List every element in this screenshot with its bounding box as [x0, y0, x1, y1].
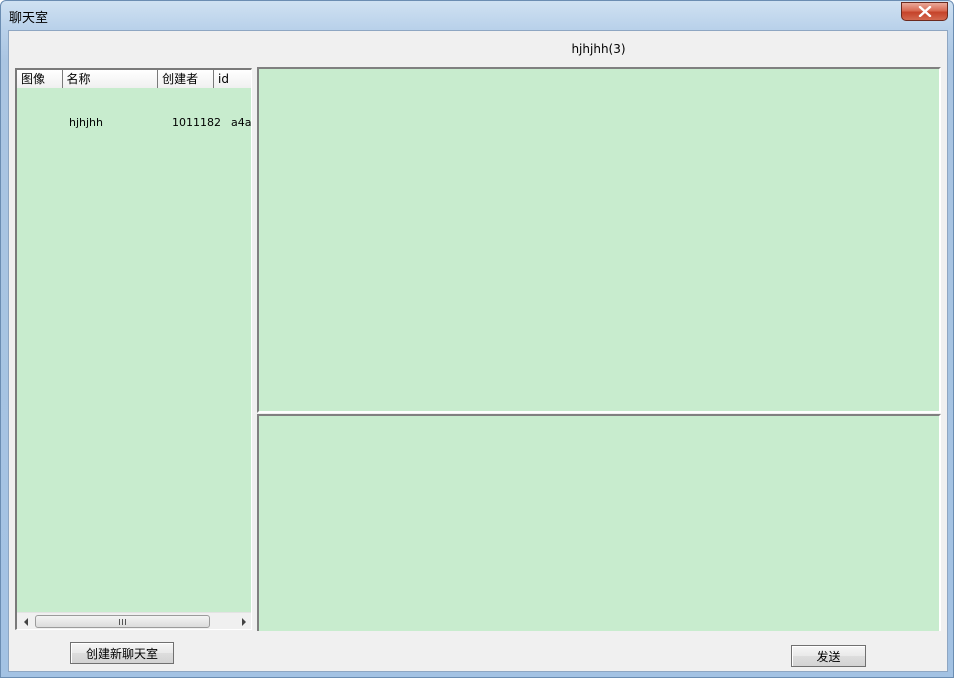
left-arrow-icon [23, 617, 28, 626]
room-creator-cell: 1011182 [172, 116, 221, 129]
scroll-right-button[interactable] [235, 613, 251, 629]
message-display-area[interactable] [257, 67, 941, 413]
create-room-button[interactable]: 创建新聊天室 [70, 642, 174, 664]
room-list-row[interactable]: hjhjhh 1011182 a4ap [17, 114, 252, 132]
window-title: 聊天室 [9, 11, 49, 26]
scroll-grip [119, 618, 126, 625]
close-button[interactable] [901, 2, 948, 21]
column-header-id[interactable]: id [214, 70, 251, 88]
column-header-name[interactable]: 名称 [62, 70, 159, 88]
chat-room-list[interactable]: 图像 名称 创建者 id hjhjhh 1011182 a4ap [15, 68, 252, 630]
room-list-header: 图像 名称 创建者 id [17, 70, 251, 88]
room-id-cell: a4ap [231, 116, 252, 129]
close-icon [918, 6, 931, 17]
current-room-title: hjhjhh(3) [571, 42, 626, 56]
scroll-left-button[interactable] [17, 613, 34, 629]
chat-window: 聊天室 hjhjhh(3) 图像 名称 创建者 id hjhjhh 101118… [0, 0, 954, 678]
client-area: hjhjhh(3) 图像 名称 创建者 id hjhjhh 1011182 a4… [8, 30, 948, 672]
horizontal-scrollbar[interactable] [17, 612, 251, 629]
column-header-image[interactable]: 图像 [17, 70, 63, 88]
column-header-creator[interactable]: 创建者 [158, 70, 214, 88]
scroll-thumb[interactable] [35, 615, 210, 628]
room-image-cell [17, 114, 63, 132]
message-input[interactable] [257, 414, 941, 631]
room-name-cell: hjhjhh [69, 116, 103, 129]
right-arrow-icon [241, 617, 246, 626]
send-button[interactable]: 发送 [791, 645, 866, 667]
title-bar[interactable]: 聊天室 [1, 1, 953, 29]
